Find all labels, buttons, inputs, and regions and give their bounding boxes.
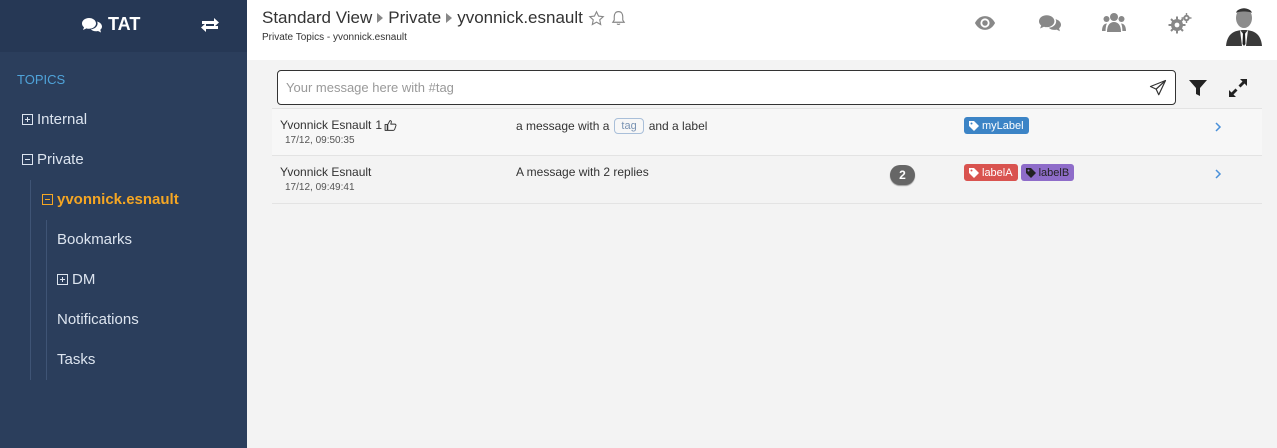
filter-icon[interactable] xyxy=(1188,78,1208,98)
like-count: 1 xyxy=(375,118,383,132)
message-text-part: and a label xyxy=(648,119,708,133)
sidebar-item-label: Bookmarks xyxy=(57,231,133,248)
eye-icon[interactable] xyxy=(974,12,996,34)
message-author: Yvonnick Esnault xyxy=(280,165,371,179)
message-author: Yvonnick Esnault 1 xyxy=(280,118,397,132)
message-text-part: a message with a xyxy=(516,119,610,133)
swap-icon[interactable] xyxy=(200,15,220,35)
tag-icon xyxy=(969,120,979,131)
tag-icon xyxy=(969,167,979,178)
chevron-right-icon[interactable] xyxy=(1214,168,1222,180)
tree-line xyxy=(30,180,31,380)
thumbs-up-icon[interactable] xyxy=(384,119,397,132)
message-text: A message with 2 replies xyxy=(516,165,649,179)
crumb-view[interactable]: Standard View xyxy=(262,8,372,28)
breadcrumb: Standard View Private yvonnick.esnault xyxy=(262,8,627,28)
sidebar-item-tasks[interactable]: Tasks xyxy=(57,351,95,368)
message-composer xyxy=(277,70,1176,105)
sidebar: TAT TOPICS Internal Private yvonnick.esn… xyxy=(0,0,247,448)
caret-right-icon xyxy=(377,13,384,23)
label-badge[interactable]: myLabel xyxy=(964,117,1029,134)
expand-icon xyxy=(57,274,68,285)
expand-icon xyxy=(22,114,33,125)
message-labels: myLabel xyxy=(964,117,1032,134)
crumb-private[interactable]: Private xyxy=(388,8,441,28)
sidebar-item-label: Internal xyxy=(37,111,88,128)
sidebar-item-bookmarks[interactable]: Bookmarks xyxy=(57,231,132,248)
sidebar-item-internal[interactable]: Internal xyxy=(22,111,87,128)
label-text: myLabel xyxy=(982,119,1024,132)
sidebar-item-notifications[interactable]: Notifications xyxy=(57,311,139,328)
caret-right-icon xyxy=(446,13,453,23)
bell-icon[interactable] xyxy=(610,9,627,27)
message-date: 17/12, 09:49:41 xyxy=(285,182,355,193)
message-input[interactable] xyxy=(278,71,1128,104)
collapse-icon xyxy=(42,194,53,205)
sidebar-item-label: Notifications xyxy=(57,311,139,328)
collapse-icon xyxy=(22,154,33,165)
topics-section-label: TOPICS xyxy=(17,72,66,87)
expand-icon[interactable] xyxy=(1228,78,1248,98)
crumb-topic[interactable]: yvonnick.esnault xyxy=(457,8,583,28)
page-subtitle: Private Topics - yvonnick.esnault xyxy=(262,32,407,43)
label-badge[interactable]: labelB xyxy=(1020,164,1075,181)
sidebar-item-dm[interactable]: DM xyxy=(57,271,95,288)
star-icon[interactable] xyxy=(588,9,605,27)
sidebar-item-label: yvonnick.esnault xyxy=(57,191,179,208)
chevron-right-icon[interactable] xyxy=(1214,121,1222,133)
brand[interactable]: TAT xyxy=(82,14,140,35)
message-row[interactable]: Yvonnick Esnault 17/12, 09:49:41 A messa… xyxy=(272,156,1262,204)
sidebar-item-private[interactable]: Private xyxy=(22,151,84,168)
comments-icon[interactable] xyxy=(1039,12,1061,34)
message-text: a message with a tag and a label xyxy=(516,118,707,134)
label-badge[interactable]: labelA xyxy=(964,164,1018,181)
message-date: 17/12, 09:50:35 xyxy=(285,135,355,146)
message-tag[interactable]: tag xyxy=(614,118,644,134)
label-text: labelA xyxy=(982,166,1013,179)
tree-line xyxy=(46,220,47,380)
send-icon[interactable] xyxy=(1149,79,1167,97)
users-icon[interactable] xyxy=(1102,12,1126,34)
gears-icon[interactable] xyxy=(1168,12,1192,36)
replies-count-badge[interactable]: 2 xyxy=(890,165,915,185)
label-text: labelB xyxy=(1038,166,1070,179)
author-name[interactable]: Yvonnick Esnault xyxy=(280,118,371,132)
message-labels: labelA labelB xyxy=(964,164,1077,181)
message-row[interactable]: Yvonnick Esnault 1 17/12, 09:50:35 a mes… xyxy=(272,108,1262,156)
sidebar-item-label: DM xyxy=(72,271,96,288)
header: Standard View Private yvonnick.esnault P… xyxy=(247,0,1277,60)
avatar[interactable] xyxy=(1224,4,1264,46)
author-name[interactable]: Yvonnick Esnault xyxy=(280,165,371,179)
brand-name: TAT xyxy=(108,14,141,34)
tag-icon xyxy=(1025,167,1036,178)
comments-icon xyxy=(82,17,102,32)
sidebar-item-label: Private xyxy=(37,151,84,168)
sidebar-item-label: Tasks xyxy=(57,351,96,368)
sidebar-header: TAT xyxy=(0,0,247,52)
sidebar-item-yvonnick-esnault[interactable]: yvonnick.esnault xyxy=(42,191,179,208)
